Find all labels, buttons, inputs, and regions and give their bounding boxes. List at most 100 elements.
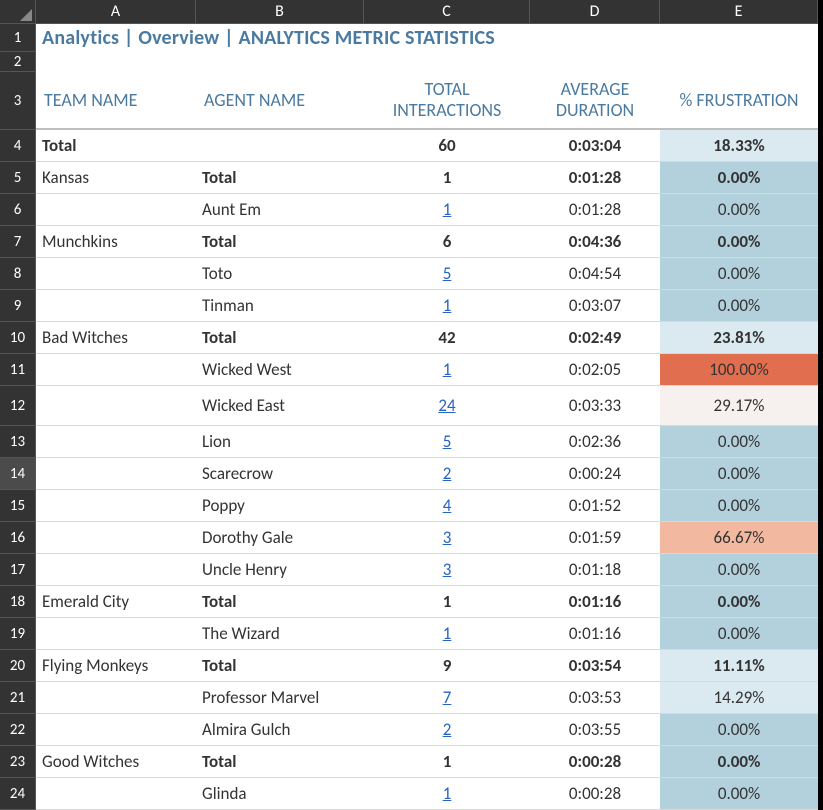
cell-agent[interactable]: Total — [196, 586, 364, 618]
interactions-link[interactable]: 1 — [364, 618, 530, 650]
cell-frustration[interactable]: 0.00% — [660, 162, 818, 194]
row-header-19[interactable]: 19 — [0, 618, 36, 650]
header-agent[interactable]: AGENT NAME — [196, 72, 364, 130]
row-header-21[interactable]: 21 — [0, 682, 36, 714]
cell-interactions[interactable]: 1 — [364, 586, 530, 618]
cell-frustration[interactable]: 0.00% — [660, 226, 818, 258]
interactions-link[interactable]: 5 — [364, 258, 530, 290]
interactions-link[interactable]: 3 — [364, 522, 530, 554]
cell-duration[interactable]: 0:03:33 — [530, 386, 660, 426]
cell-duration[interactable]: 0:02:49 — [530, 322, 660, 354]
row-header-20[interactable]: 20 — [0, 650, 36, 682]
cell-frustration[interactable]: 0.00% — [660, 258, 818, 290]
cell-frustration[interactable]: 0.00% — [660, 290, 818, 322]
cell-interactions[interactable]: 1 — [364, 162, 530, 194]
cell-team[interactable]: Total — [36, 130, 196, 162]
cell-frustration[interactable]: 0.00% — [660, 458, 818, 490]
cell-frustration[interactable]: 18.33% — [660, 130, 818, 162]
cell-agent[interactable] — [196, 130, 364, 162]
column-header-C[interactable]: C — [364, 0, 530, 24]
cell-team[interactable]: Munchkins — [36, 226, 196, 258]
cell-duration[interactable]: 0:04:36 — [530, 226, 660, 258]
cell-duration[interactable]: 0:02:05 — [530, 354, 660, 386]
cell-agent[interactable]: Total — [196, 746, 364, 778]
cell-duration[interactable]: 0:04:54 — [530, 258, 660, 290]
cell-team[interactable]: Kansas — [36, 162, 196, 194]
blank-cell[interactable] — [364, 52, 530, 72]
column-header-B[interactable]: B — [196, 0, 364, 24]
interactions-link[interactable]: 1 — [364, 778, 530, 810]
row-header-17[interactable]: 17 — [0, 554, 36, 586]
cell-team[interactable] — [36, 426, 196, 458]
interactions-link[interactable]: 1 — [364, 290, 530, 322]
cell-duration[interactable]: 0:03:55 — [530, 714, 660, 746]
cell-frustration[interactable]: 0.00% — [660, 778, 818, 810]
cell-duration[interactable]: 0:03:54 — [530, 650, 660, 682]
cell-duration[interactable]: 0:03:04 — [530, 130, 660, 162]
cell-duration[interactable]: 0:01:18 — [530, 554, 660, 586]
interactions-link[interactable]: 1 — [364, 194, 530, 226]
cell-team[interactable]: Emerald City — [36, 586, 196, 618]
row-header-15[interactable]: 15 — [0, 490, 36, 522]
row-header-24[interactable]: 24 — [0, 778, 36, 810]
cell-agent[interactable]: Scarecrow — [196, 458, 364, 490]
cell-duration[interactable]: 0:01:16 — [530, 618, 660, 650]
cell-team[interactable] — [36, 194, 196, 226]
interactions-link[interactable]: 2 — [364, 714, 530, 746]
cell-team[interactable] — [36, 714, 196, 746]
row-header-5[interactable]: 5 — [0, 162, 36, 194]
interactions-link[interactable]: 2 — [364, 458, 530, 490]
row-header-1[interactable]: 1 — [0, 24, 36, 52]
cell-agent[interactable]: Poppy — [196, 490, 364, 522]
row-header-11[interactable]: 11 — [0, 354, 36, 386]
cell-team[interactable]: Bad Witches — [36, 322, 196, 354]
header-frustration[interactable]: % FRUSTRATION — [660, 72, 818, 130]
blank-cell[interactable] — [660, 52, 818, 72]
cell-frustration[interactable]: 0.00% — [660, 618, 818, 650]
row-header-3[interactable]: 3 — [0, 72, 36, 130]
cell-frustration[interactable]: 23.81% — [660, 322, 818, 354]
header-duration[interactable]: AVERAGE DURATION — [530, 72, 660, 130]
cell-team[interactable] — [36, 290, 196, 322]
row-header-10[interactable]: 10 — [0, 322, 36, 354]
row-header-22[interactable]: 22 — [0, 714, 36, 746]
interactions-link[interactable]: 5 — [364, 426, 530, 458]
cell-interactions[interactable]: 6 — [364, 226, 530, 258]
cell-agent[interactable]: Almira Gulch — [196, 714, 364, 746]
blank-cell[interactable] — [36, 52, 196, 72]
cell-team[interactable]: Good Witches — [36, 746, 196, 778]
interactions-link[interactable]: 7 — [364, 682, 530, 714]
cell-duration[interactable]: 0:01:52 — [530, 490, 660, 522]
cell-frustration[interactable]: 0.00% — [660, 714, 818, 746]
cell-duration[interactable]: 0:03:53 — [530, 682, 660, 714]
interactions-link[interactable]: 3 — [364, 554, 530, 586]
cell-frustration[interactable]: 0.00% — [660, 194, 818, 226]
column-header-E[interactable]: E — [660, 0, 818, 24]
row-header-2[interactable]: 2 — [0, 52, 36, 72]
cell-agent[interactable]: Aunt Em — [196, 194, 364, 226]
row-header-4[interactable]: 4 — [0, 130, 36, 162]
blank-cell[interactable] — [530, 52, 660, 72]
cell-agent[interactable]: Lion — [196, 426, 364, 458]
cell-interactions[interactable]: 60 — [364, 130, 530, 162]
cell-team[interactable] — [36, 354, 196, 386]
cell-frustration[interactable]: 0.00% — [660, 586, 818, 618]
cell-team[interactable] — [36, 386, 196, 426]
cell-agent[interactable]: Wicked West — [196, 354, 364, 386]
cell-frustration[interactable]: 0.00% — [660, 490, 818, 522]
cell-duration[interactable]: 0:00:24 — [530, 458, 660, 490]
cell-agent[interactable]: Tinman — [196, 290, 364, 322]
cell-duration[interactable]: 0:03:07 — [530, 290, 660, 322]
column-header-D[interactable]: D — [530, 0, 660, 24]
cell-team[interactable]: Flying Monkeys — [36, 650, 196, 682]
cell-agent[interactable]: Total — [196, 226, 364, 258]
cell-team[interactable] — [36, 490, 196, 522]
row-header-6[interactable]: 6 — [0, 194, 36, 226]
cell-agent[interactable]: Total — [196, 322, 364, 354]
cell-frustration[interactable]: 0.00% — [660, 746, 818, 778]
cell-interactions[interactable]: 1 — [364, 746, 530, 778]
row-header-23[interactable]: 23 — [0, 746, 36, 778]
row-header-9[interactable]: 9 — [0, 290, 36, 322]
interactions-link[interactable]: 1 — [364, 354, 530, 386]
cell-agent[interactable]: Uncle Henry — [196, 554, 364, 586]
